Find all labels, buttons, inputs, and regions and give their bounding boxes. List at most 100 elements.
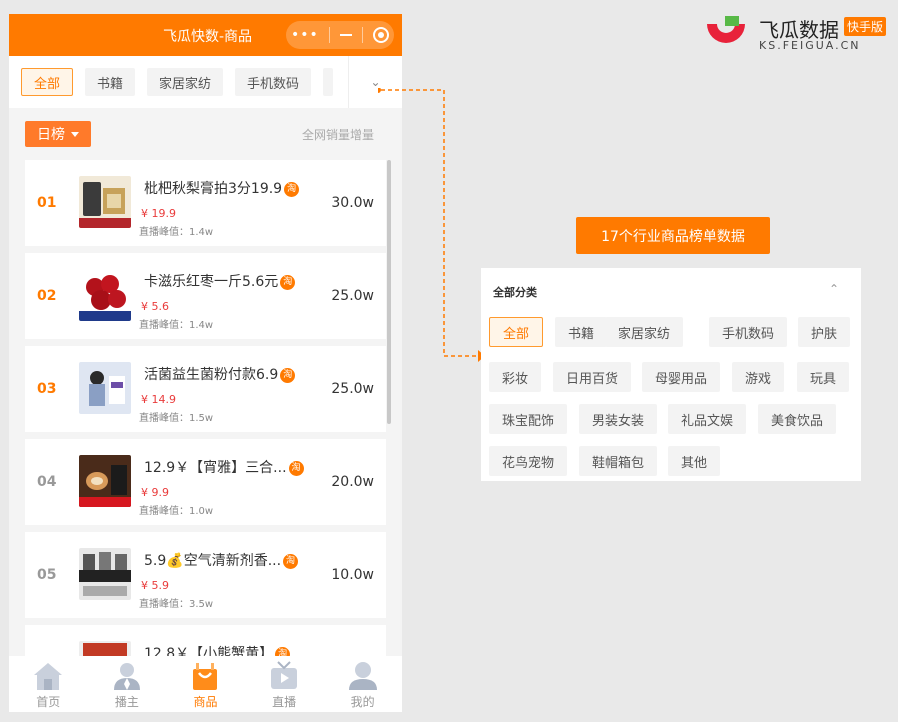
filter-bar: 日榜 全网销量增量 — [9, 108, 402, 160]
category-tab-digital[interactable]: 手机数码 — [235, 68, 312, 96]
live-peak: 直播峰值：1.5w — [139, 413, 214, 424]
category-chip-other[interactable]: 其他 — [668, 446, 721, 476]
rank-number: 03 — [37, 381, 57, 397]
metric-label: 全网销量增量 — [301, 128, 374, 142]
product-thumbnail[interactable] — [79, 455, 131, 507]
home-icon — [34, 663, 63, 690]
category-chip-jewelry[interactable]: 珠宝配饰 — [489, 404, 568, 434]
tab-mine[interactable]: 我的 — [323, 656, 402, 712]
taobao-icon: 淘 — [284, 182, 300, 197]
category-tab-home[interactable]: 家居家纺 — [147, 68, 224, 96]
category-chip-games[interactable]: 游戏 — [732, 362, 785, 392]
product-thumbnail[interactable] — [79, 548, 131, 600]
tab-live[interactable]: 直播 — [245, 656, 324, 712]
category-chip-digital[interactable]: 手机数码 — [709, 317, 788, 347]
bottom-tab-bar: 首页 播主 商品 直播 我的 — [9, 656, 402, 712]
product-name: 5.9💰空气清新剂香... 淘 — [144, 550, 299, 570]
product-name: 活菌益生菌粉付款6.9 淘 — [144, 364, 296, 384]
brand-badge: 快手版 — [844, 17, 887, 36]
anchor-icon — [113, 663, 140, 690]
category-tabs: 全部 书籍 家居家纺 手机数码 ⌄ — [9, 56, 402, 108]
live-peak: 直播峰值：1.4w — [139, 227, 214, 238]
rank-number: 01 — [37, 195, 57, 211]
category-chip-home[interactable]: 家居家纺 — [605, 317, 684, 347]
taobao-icon: 淘 — [288, 461, 304, 476]
category-chip-baby[interactable]: 母婴用品 — [642, 362, 721, 392]
tab-products[interactable]: 商品 — [166, 656, 245, 712]
category-chip-all[interactable]: 全部 — [489, 317, 544, 347]
close-icon[interactable] — [372, 27, 389, 43]
tab-home[interactable]: 首页 — [9, 656, 88, 712]
sales-increment: 25.0w — [331, 381, 374, 397]
product-name: 12.9￥【宵雅】三合... 淘 — [144, 457, 304, 477]
product-card[interactable]: 05 5.9💰空气清新剂香... 淘 ¥ 5.9 直播峰值：3.5w 10.0w — [25, 532, 386, 618]
category-chip-apparel[interactable]: 男装女装 — [579, 404, 658, 434]
brand-url: KS.FEIGUA.CN — [759, 39, 861, 52]
product-name: 卡滋乐红枣一斤5.6元淘 — [144, 271, 296, 291]
expand-categories-button[interactable]: ⌄ — [348, 56, 402, 108]
taobao-icon: 淘 — [280, 368, 296, 383]
category-chip-toys[interactable]: 玩具 — [797, 362, 850, 392]
category-tab-books[interactable]: 书籍 — [85, 68, 136, 96]
list-scrollbar[interactable] — [387, 160, 391, 424]
product-price: ¥ 19.9 — [141, 207, 176, 220]
title-bar: 飞瓜快数-商品 ••• — [9, 14, 402, 56]
product-card[interactable]: 03 活菌益生菌粉付款6.9 淘 ¥ 14.9 直播峰值：1.5w 25.0w — [25, 346, 386, 432]
product-price: ¥ 5.9 — [141, 579, 169, 592]
sales-increment: 20.0w — [331, 474, 374, 490]
product-list: 01 枇杷秋梨膏拍3分19.9 淘 ¥ 19.9 直播峰值：1.4w 30.0w … — [25, 160, 386, 712]
category-tab-partial[interactable] — [323, 68, 334, 96]
phone-screen: 飞瓜快数-商品 ••• 全部 书籍 家居家纺 手机数码 ⌄ 日榜 全网销量增量 … — [9, 14, 402, 712]
minimize-icon[interactable] — [339, 34, 352, 36]
category-chip-skincare[interactable]: 护肤 — [798, 317, 851, 347]
tab-label: 播主 — [114, 695, 139, 709]
product-thumbnail[interactable] — [79, 176, 131, 228]
rank-number: 04 — [37, 474, 57, 490]
product-price: ¥ 5.6 — [141, 300, 169, 313]
taobao-icon: 淘 — [283, 554, 299, 569]
rank-number: 05 — [37, 567, 57, 583]
period-label: 日榜 — [37, 127, 65, 143]
category-chip-gifts[interactable]: 礼品文娱 — [668, 404, 747, 434]
category-chip-makeup[interactable]: 彩妆 — [489, 362, 542, 392]
product-card[interactable]: 02 卡滋乐红枣一斤5.6元淘 ¥ 5.6 直播峰值：1.4w 25.0w — [25, 253, 386, 339]
chevron-down-icon: ⌄ — [370, 75, 381, 89]
category-tab-all[interactable]: 全部 — [21, 68, 74, 96]
tab-label: 我的 — [350, 695, 375, 709]
caret-down-icon — [71, 131, 79, 137]
category-panel: 全部分类 ⌃ 全部 书籍 家居家纺 手机数码 护肤 彩妆 日用百货 母婴用品 游… — [481, 268, 861, 481]
tab-label: 直播 — [272, 695, 297, 709]
product-card[interactable]: 04 12.9￥【宵雅】三合... 淘 ¥ 9.9 直播峰值：1.0w 20.0w — [25, 439, 386, 525]
product-name: 枇杷秋梨膏拍3分19.9 淘 — [144, 178, 300, 198]
sales-increment: 30.0w — [331, 195, 374, 211]
tab-label: 商品 — [193, 695, 218, 709]
category-chip-books[interactable]: 书籍 — [555, 317, 608, 347]
capsule-divider — [328, 27, 330, 43]
capsule-divider — [361, 27, 363, 43]
product-thumbnail[interactable] — [79, 362, 131, 414]
product-price: ¥ 9.9 — [141, 486, 169, 499]
category-chip-food[interactable]: 美食饮品 — [758, 404, 837, 434]
period-dropdown[interactable]: 日榜 — [25, 121, 91, 147]
miniapp-capsule: ••• — [286, 21, 394, 49]
product-thumbnail[interactable] — [79, 269, 131, 321]
tab-anchor[interactable]: 播主 — [88, 656, 167, 712]
category-chip-daily[interactable]: 日用百货 — [553, 362, 632, 392]
panel-title: 全部分类 — [493, 286, 537, 299]
category-chip-shoes-bags[interactable]: 鞋帽箱包 — [579, 446, 658, 476]
taobao-icon: 淘 — [280, 275, 296, 290]
sales-increment: 10.0w — [331, 567, 374, 583]
tab-label: 首页 — [36, 695, 61, 709]
sales-increment: 25.0w — [331, 288, 374, 304]
more-icon[interactable]: ••• — [291, 27, 319, 43]
live-peak: 直播峰值：1.4w — [139, 320, 214, 331]
brand-logo: 飞瓜数据 快手版 KS.FEIGUA.CN — [705, 14, 891, 54]
callout-label: 17个行业商品榜单数据 — [576, 217, 770, 254]
product-card[interactable]: 01 枇杷秋梨膏拍3分19.9 淘 ¥ 19.9 直播峰值：1.4w 30.0w — [25, 160, 386, 246]
category-chip-pets[interactable]: 花鸟宠物 — [489, 446, 568, 476]
bag-icon — [193, 663, 218, 690]
live-peak: 直播峰值：1.0w — [139, 506, 214, 517]
product-price: ¥ 14.9 — [141, 393, 176, 406]
chevron-up-icon[interactable]: ⌃ — [829, 282, 839, 296]
rank-number: 02 — [37, 288, 57, 304]
